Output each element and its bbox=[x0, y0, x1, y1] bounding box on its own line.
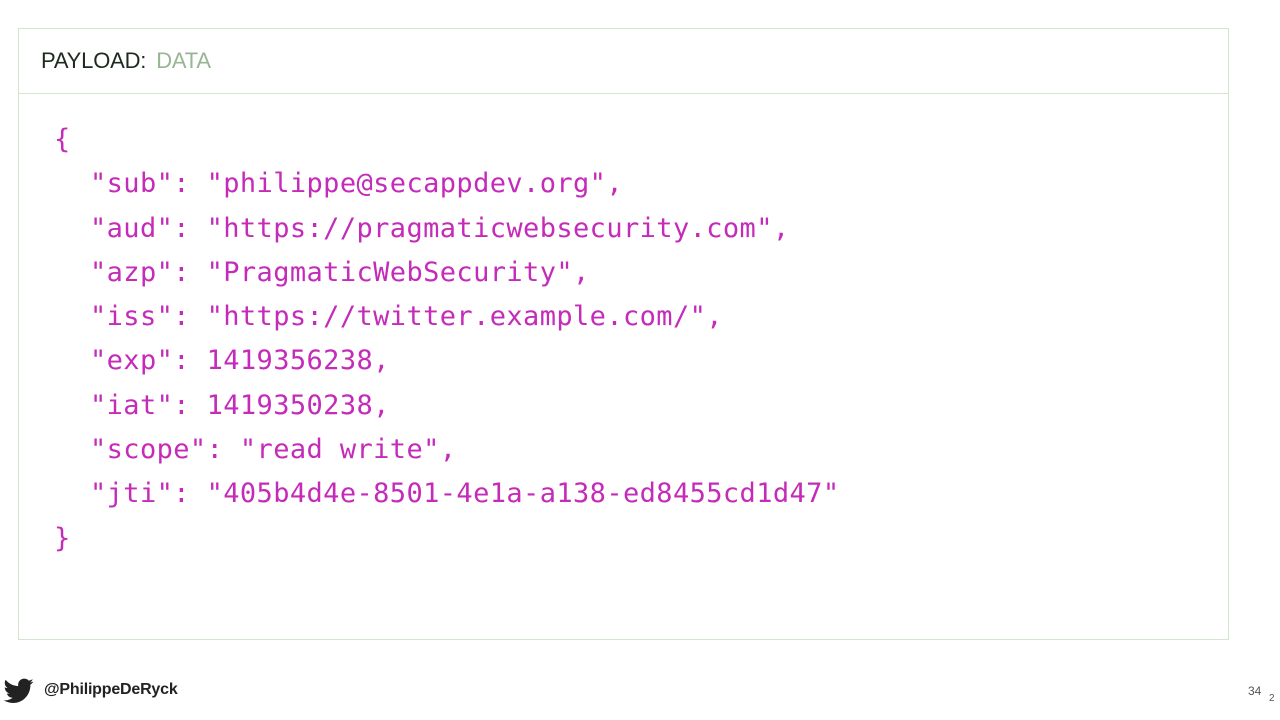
code-line-sub: "sub": "philippe@secappdev.org", bbox=[90, 168, 623, 200]
code-line-exp: "exp": 1419356238, bbox=[90, 345, 390, 377]
code-line-iss: "iss": "https://twitter.example.com/", bbox=[90, 301, 723, 333]
page-number-sub: 2 bbox=[1269, 693, 1275, 704]
slide: PAYLOAD: DATA { "sub": "philippe@secappd… bbox=[0, 0, 1280, 720]
twitter-bird-icon bbox=[4, 678, 34, 703]
payload-label: PAYLOAD: bbox=[41, 48, 147, 73]
json-code-block: { "sub": "philippe@secappdev.org", "aud"… bbox=[54, 118, 840, 561]
code-line-azp: "azp": "PragmaticWebSecurity", bbox=[90, 256, 590, 288]
code-line-iat: "iat": 1419350238, bbox=[90, 389, 390, 421]
code-line-scope: "scope": "read write", bbox=[90, 434, 457, 466]
page-number: 34 bbox=[1248, 684, 1262, 698]
slide-footer: @PhilippeDeRyck 34 2 bbox=[0, 660, 1280, 720]
code-line-jti: "jti": "405b4d4e-8501-4e1a-a138-ed8455cd… bbox=[90, 478, 840, 510]
code-line-close-brace: } bbox=[54, 522, 71, 554]
twitter-handle: @PhilippeDeRyck bbox=[44, 681, 178, 698]
code-line-open-brace: { bbox=[54, 124, 71, 155]
payload-type: DATA bbox=[156, 48, 211, 73]
code-line-aud: "aud": "https://pragmaticwebsecurity.com… bbox=[90, 212, 790, 244]
panel-header: PAYLOAD: DATA bbox=[19, 29, 1228, 94]
